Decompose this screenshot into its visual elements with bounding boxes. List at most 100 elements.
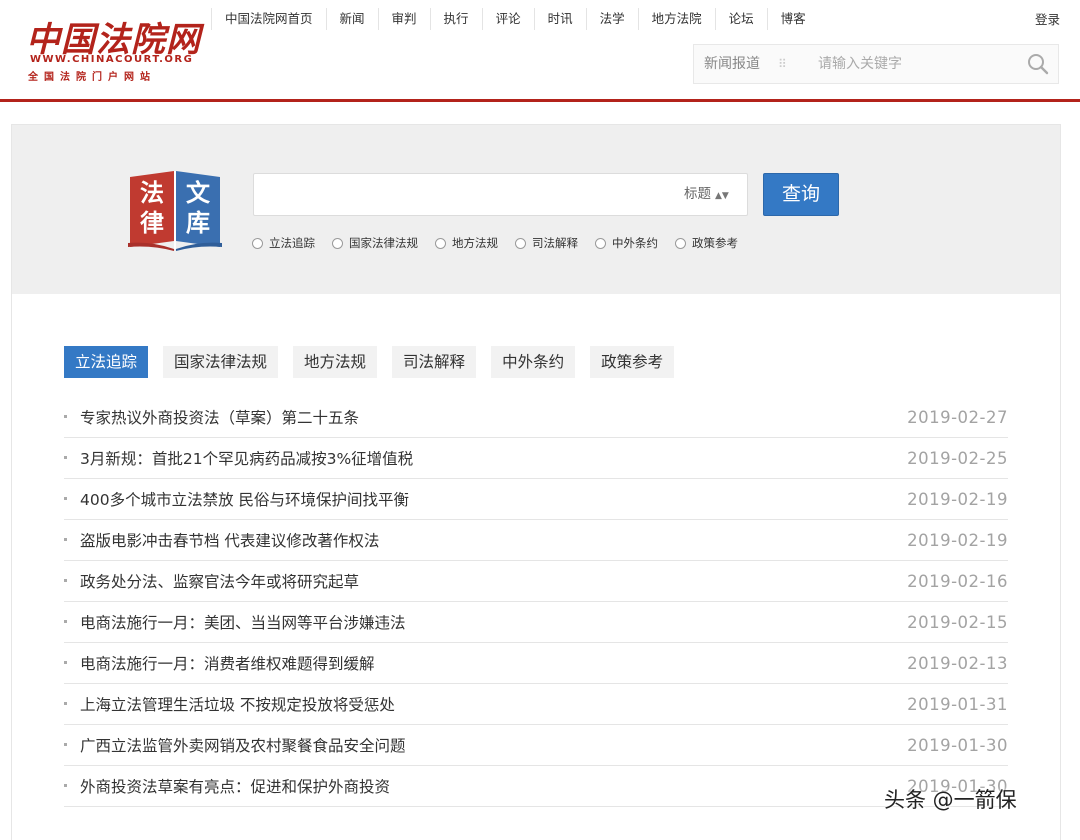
category-tabs: 立法追踪 国家法律法规 地方法规 司法解释 中外条约 政策参考 [64, 346, 689, 378]
radio-treaties[interactable]: 中外条约 [595, 235, 658, 251]
news-date: 2019-02-25 [907, 449, 1008, 468]
radio-local-regulations[interactable]: 地方法规 [435, 235, 498, 251]
news-title[interactable]: 专家热议外商投资法（草案）第二十五条 [80, 398, 359, 438]
logo-char-lv: 律 [140, 209, 164, 237]
site-search: 新闻报道 ⠿ [693, 44, 1059, 84]
list-item[interactable]: 专家热议外商投资法（草案）第二十五条 2019-02-27 [64, 398, 1008, 438]
list-item[interactable]: 400多个城市立法禁放 民俗与环境保护间找平衡 2019-02-19 [64, 480, 1008, 520]
list-item[interactable]: 电商法施行一月：消费者维权难题得到缓解 2019-02-13 [64, 644, 1008, 684]
radio-circle[interactable] [332, 237, 343, 249]
tab-policy-reference[interactable]: 政策参考 [590, 346, 675, 378]
radio-label: 政策参考 [692, 236, 738, 250]
bullet-icon [64, 579, 67, 582]
radio-label: 立法追踪 [269, 236, 315, 250]
nav-local-courts[interactable]: 地方法院 [637, 8, 715, 30]
search-category-handle: ⠿ [778, 57, 787, 71]
radio-circle[interactable] [252, 237, 263, 249]
news-title[interactable]: 外商投资法草案有亮点：促进和保护外商投资 [80, 767, 390, 807]
radio-circle[interactable] [435, 237, 446, 249]
search-category-select[interactable]: 新闻报道 [704, 45, 760, 83]
category-radio-group: 立法追踪 国家法律法规 地方法规 司法解释 中外条约 政策参考 [252, 235, 755, 251]
top-nav: 中国法院网首页 新闻 审判 执行 评论 时讯 法学 地方法院 论坛 博客 [211, 8, 819, 30]
law-library-logo: 法 律 文 库 [126, 169, 224, 251]
site-logo[interactable]: 中国法院网 WWW.CHINACOURT.ORG 全国法院门户网站 [26, 12, 200, 86]
news-title[interactable]: 政务处分法、监察官法今年或将研究起草 [80, 562, 359, 602]
main-panel: 法 律 文 库 标题 ▲▼ 查询 立法追踪 国家法律法规 地方法规 司法解释 中外… [11, 124, 1061, 840]
query-button[interactable]: 查询 [763, 173, 839, 216]
news-date: 2019-02-16 [907, 572, 1008, 591]
nav-execution[interactable]: 执行 [429, 8, 482, 30]
radio-judicial-interpretation[interactable]: 司法解释 [515, 235, 578, 251]
news-date: 2019-02-13 [907, 654, 1008, 673]
tab-legislation-tracking[interactable]: 立法追踪 [64, 346, 149, 378]
news-date: 2019-02-15 [907, 613, 1008, 632]
bullet-icon [64, 661, 67, 664]
news-title[interactable]: 上海立法管理生活垃圾 不按规定投放将受惩处 [80, 685, 395, 725]
news-title[interactable]: 广西立法监管外卖网销及农村聚餐食品安全问题 [80, 726, 406, 766]
site-header: 中国法院网 WWW.CHINACOURT.ORG 全国法院门户网站 中国法院网首… [0, 0, 1080, 102]
bullet-icon [64, 497, 67, 500]
nav-trial[interactable]: 审判 [377, 8, 430, 30]
nav-forum[interactable]: 论坛 [714, 8, 767, 30]
search-icon[interactable] [1026, 52, 1050, 76]
radio-label: 国家法律法规 [349, 236, 418, 250]
header-divider [0, 99, 1080, 102]
field-select-value: 标题 [684, 186, 711, 202]
tab-judicial-interpretation[interactable]: 司法解释 [392, 346, 477, 378]
list-item[interactable]: 广西立法监管外卖网销及农村聚餐食品安全问题 2019-01-30 [64, 726, 1008, 766]
nav-commentary[interactable]: 评论 [481, 8, 534, 30]
radio-circle[interactable] [515, 237, 526, 249]
query-box: 标题 ▲▼ [253, 173, 748, 216]
bullet-icon [64, 538, 67, 541]
bullet-icon [64, 620, 67, 623]
query-input[interactable] [254, 174, 678, 215]
sort-arrows-icon: ▲▼ [715, 191, 729, 201]
logo-char-fa: 法 [140, 179, 164, 207]
news-date: 2019-01-30 [907, 736, 1008, 755]
nav-law-studies[interactable]: 法学 [585, 8, 638, 30]
logo-url: WWW.CHINACOURT.ORG [30, 54, 194, 65]
news-title[interactable]: 3月新规：首批21个罕见病药品减按3%征增值税 [80, 439, 413, 479]
list-item[interactable]: 外商投资法草案有亮点：促进和保护外商投资 2019-01-30 [64, 767, 1008, 807]
tab-treaties[interactable]: 中外条约 [491, 346, 576, 378]
nav-blog[interactable]: 博客 [766, 8, 819, 30]
radio-national-laws[interactable]: 国家法律法规 [332, 235, 418, 251]
news-title[interactable]: 电商法施行一月：消费者维权难题得到缓解 [80, 644, 375, 684]
nav-home[interactable]: 中国法院网首页 [211, 8, 326, 30]
search-input[interactable] [808, 46, 1018, 82]
news-title[interactable]: 电商法施行一月：美团、当当网等平台涉嫌违法 [80, 603, 406, 643]
list-item[interactable]: 盗版电影冲击春节档 代表建议修改著作权法 2019-02-19 [64, 521, 1008, 561]
tab-national-laws[interactable]: 国家法律法规 [163, 346, 279, 378]
list-item[interactable]: 政务处分法、监察官法今年或将研究起草 2019-02-16 [64, 562, 1008, 602]
nav-current-news[interactable]: 时讯 [533, 8, 586, 30]
logo-char-ku: 库 [186, 209, 210, 237]
news-date: 2019-02-19 [907, 531, 1008, 550]
news-date: 2019-02-19 [907, 490, 1008, 509]
tab-local-regulations[interactable]: 地方法规 [293, 346, 378, 378]
radio-label: 中外条约 [612, 236, 658, 250]
list-item[interactable]: 3月新规：首批21个罕见病药品减按3%征增值税 2019-02-25 [64, 439, 1008, 479]
field-select[interactable]: 标题 ▲▼ [684, 174, 729, 217]
watermark: 头条 @一箭保 [884, 788, 1017, 812]
list-item[interactable]: 电商法施行一月：美团、当当网等平台涉嫌违法 2019-02-15 [64, 603, 1008, 643]
login-link[interactable]: 登录 [1035, 9, 1060, 31]
news-list: 专家热议外商投资法（草案）第二十五条 2019-02-27 3月新规：首批21个罕… [64, 398, 1008, 808]
nav-news[interactable]: 新闻 [325, 8, 378, 30]
list-item[interactable]: 上海立法管理生活垃圾 不按规定投放将受惩处 2019-01-31 [64, 685, 1008, 725]
news-title[interactable]: 盗版电影冲击春节档 代表建议修改著作权法 [80, 521, 379, 561]
bullet-icon [64, 702, 67, 705]
logo-char-wen: 文 [186, 179, 211, 207]
radio-circle[interactable] [595, 237, 606, 249]
radio-legislation-tracking[interactable]: 立法追踪 [252, 235, 315, 251]
bullet-icon [64, 743, 67, 746]
news-date: 2019-01-31 [907, 695, 1008, 714]
radio-label: 司法解释 [532, 236, 578, 250]
radio-policy-reference[interactable]: 政策参考 [675, 235, 738, 251]
radio-label: 地方法规 [452, 236, 498, 250]
radio-circle[interactable] [675, 237, 686, 249]
logo-subtitle: 全国法院门户网站 [28, 72, 156, 83]
news-title[interactable]: 400多个城市立法禁放 民俗与环境保护间找平衡 [80, 480, 409, 520]
bullet-icon [64, 415, 67, 418]
law-library-search: 法 律 文 库 标题 ▲▼ 查询 立法追踪 国家法律法规 地方法规 司法解释 中外… [12, 125, 1060, 294]
news-date: 2019-02-27 [907, 408, 1008, 427]
